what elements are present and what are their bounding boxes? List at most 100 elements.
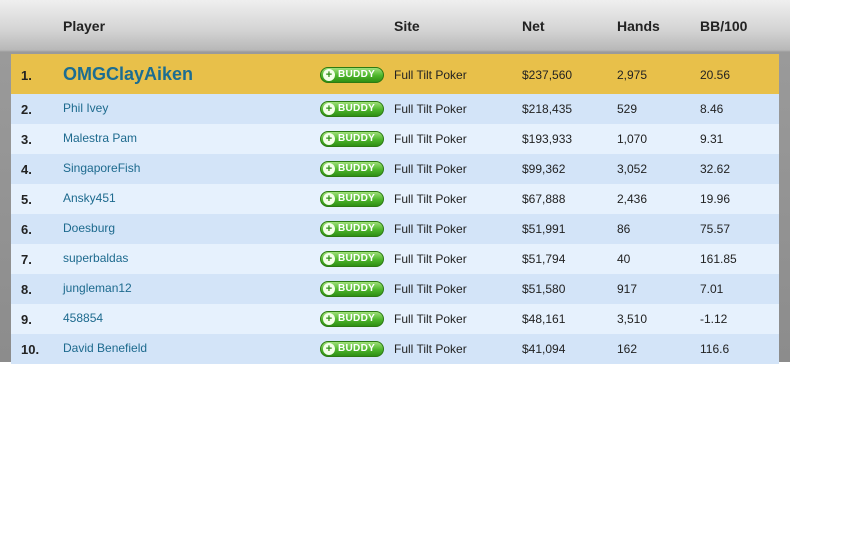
buddy-label: BUDDY — [338, 69, 376, 80]
rank-cell: 2. — [21, 102, 32, 117]
buddy-label: BUDDY — [338, 343, 376, 354]
header-player[interactable]: Player — [63, 18, 105, 34]
add-buddy-button[interactable]: + BUDDY — [320, 101, 384, 117]
buddy-label: BUDDY — [338, 163, 376, 174]
plus-icon: + — [323, 193, 335, 205]
hands-cell: 162 — [617, 342, 638, 356]
buddy-label: BUDDY — [338, 223, 376, 234]
table-row: 6. Doesburg + BUDDY Full Tilt Poker $51,991 86… — [11, 214, 779, 244]
bb100-cell: 9.31 — [700, 132, 724, 146]
site-cell: Full Tilt Poker — [394, 252, 467, 266]
player-link[interactable]: David Benefield — [63, 341, 147, 355]
bb100-cell: 75.57 — [700, 222, 731, 236]
site-cell: Full Tilt Poker — [394, 282, 467, 296]
net-cell: $48,161 — [522, 312, 566, 326]
table-row: 3. Malestra Pam + BUDDY Full Tilt Poker $193,… — [11, 124, 779, 154]
player-link[interactable]: superbaldas — [63, 251, 128, 265]
hands-cell: 917 — [617, 282, 638, 296]
rank-cell: 4. — [21, 162, 32, 177]
plus-icon: + — [323, 163, 335, 175]
net-cell: $67,888 — [522, 192, 566, 206]
site-cell: Full Tilt Poker — [394, 162, 467, 176]
add-buddy-button[interactable]: + BUDDY — [320, 221, 384, 237]
net-cell: $218,435 — [522, 102, 573, 116]
rank-cell: 10. — [21, 342, 40, 357]
add-buddy-button[interactable]: + BUDDY — [320, 191, 384, 207]
player-link[interactable]: SingaporeFish — [63, 161, 140, 175]
hands-cell: 2,975 — [617, 68, 648, 82]
buddy-label: BUDDY — [338, 313, 376, 324]
table-row: 5. Ansky451 + BUDDY Full Tilt Poker $67,888 2,… — [11, 184, 779, 214]
rank-cell: 3. — [21, 132, 32, 147]
header-bb100[interactable]: BB/100 — [700, 18, 747, 34]
hands-cell: 86 — [617, 222, 631, 236]
plus-icon: + — [323, 69, 335, 81]
table-row: 7. superbaldas + BUDDY Full Tilt Poker $51,79… — [11, 244, 779, 274]
leaderboard-table: Player Site Net Hands BB/100 1. OMGClayAi… — [0, 0, 790, 364]
hands-cell: 1,070 — [617, 132, 648, 146]
bb100-cell: 20.56 — [700, 68, 731, 82]
table-row: 4. SingaporeFish + BUDDY Full Tilt Poker $99,… — [11, 154, 779, 184]
net-cell: $51,794 — [522, 252, 566, 266]
player-link[interactable]: Doesburg — [63, 221, 115, 235]
table-row: 10. David Benefield + BUDDY Full Tilt Poker $… — [11, 334, 779, 364]
rank-cell: 9. — [21, 312, 32, 327]
bb100-cell: 116.6 — [700, 342, 730, 356]
net-cell: $193,933 — [522, 132, 573, 146]
add-buddy-button[interactable]: + BUDDY — [320, 251, 384, 267]
plus-icon: + — [323, 283, 335, 295]
buddy-label: BUDDY — [338, 193, 376, 204]
add-buddy-button[interactable]: + BUDDY — [320, 161, 384, 177]
player-link[interactable]: OMGClayAiken — [63, 64, 193, 85]
hands-cell: 3,510 — [617, 312, 648, 326]
player-link[interactable]: Phil Ivey — [63, 101, 108, 115]
player-link[interactable]: Malestra Pam — [63, 131, 137, 145]
header-hands[interactable]: Hands — [617, 18, 660, 34]
hands-cell: 2,436 — [617, 192, 648, 206]
table-header: Player Site Net Hands BB/100 — [0, 0, 790, 52]
plus-icon: + — [323, 103, 335, 115]
player-link[interactable]: jungleman12 — [63, 281, 132, 295]
plus-icon: + — [323, 133, 335, 145]
net-cell: $51,991 — [522, 222, 566, 236]
buddy-label: BUDDY — [338, 103, 376, 114]
rank-cell: 6. — [21, 222, 32, 237]
bb100-cell: 32.62 — [700, 162, 731, 176]
site-cell: Full Tilt Poker — [394, 342, 467, 356]
rank-cell: 7. — [21, 252, 32, 267]
site-cell: Full Tilt Poker — [394, 132, 467, 146]
add-buddy-button[interactable]: + BUDDY — [320, 67, 384, 83]
header-net[interactable]: Net — [522, 18, 545, 34]
hands-cell: 40 — [617, 252, 631, 266]
bb100-cell: -1.12 — [700, 312, 728, 326]
bb100-cell: 161.85 — [700, 252, 737, 266]
table-row: 8. jungleman12 + BUDDY Full Tilt Poker $51,58… — [11, 274, 779, 304]
buddy-label: BUDDY — [338, 283, 376, 294]
net-cell: $41,094 — [522, 342, 566, 356]
plus-icon: + — [323, 343, 335, 355]
table-row: 9. 458854 + BUDDY Full Tilt Poker $48,161 3,51… — [11, 304, 779, 334]
site-cell: Full Tilt Poker — [394, 192, 467, 206]
plus-icon: + — [323, 253, 335, 265]
rank-cell: 8. — [21, 282, 32, 297]
add-buddy-button[interactable]: + BUDDY — [320, 341, 384, 357]
bb100-cell: 8.46 — [700, 102, 724, 116]
header-site[interactable]: Site — [394, 18, 420, 34]
hands-cell: 529 — [617, 102, 638, 116]
site-cell: Full Tilt Poker — [394, 102, 467, 116]
add-buddy-button[interactable]: + BUDDY — [320, 281, 384, 297]
table-row: 2. Phil Ivey + BUDDY Full Tilt Poker $218,435… — [11, 94, 779, 124]
site-cell: Full Tilt Poker — [394, 312, 467, 326]
bb100-cell: 7.01 — [700, 282, 724, 296]
hands-cell: 3,052 — [617, 162, 648, 176]
player-link[interactable]: 458854 — [63, 311, 103, 325]
player-link[interactable]: Ansky451 — [63, 191, 116, 205]
buddy-label: BUDDY — [338, 133, 376, 144]
plus-icon: + — [323, 313, 335, 325]
rank-cell: 5. — [21, 192, 32, 207]
net-cell: $99,362 — [522, 162, 566, 176]
net-cell: $51,580 — [522, 282, 566, 296]
add-buddy-button[interactable]: + BUDDY — [320, 311, 384, 327]
add-buddy-button[interactable]: + BUDDY — [320, 131, 384, 147]
site-cell: Full Tilt Poker — [394, 222, 467, 236]
